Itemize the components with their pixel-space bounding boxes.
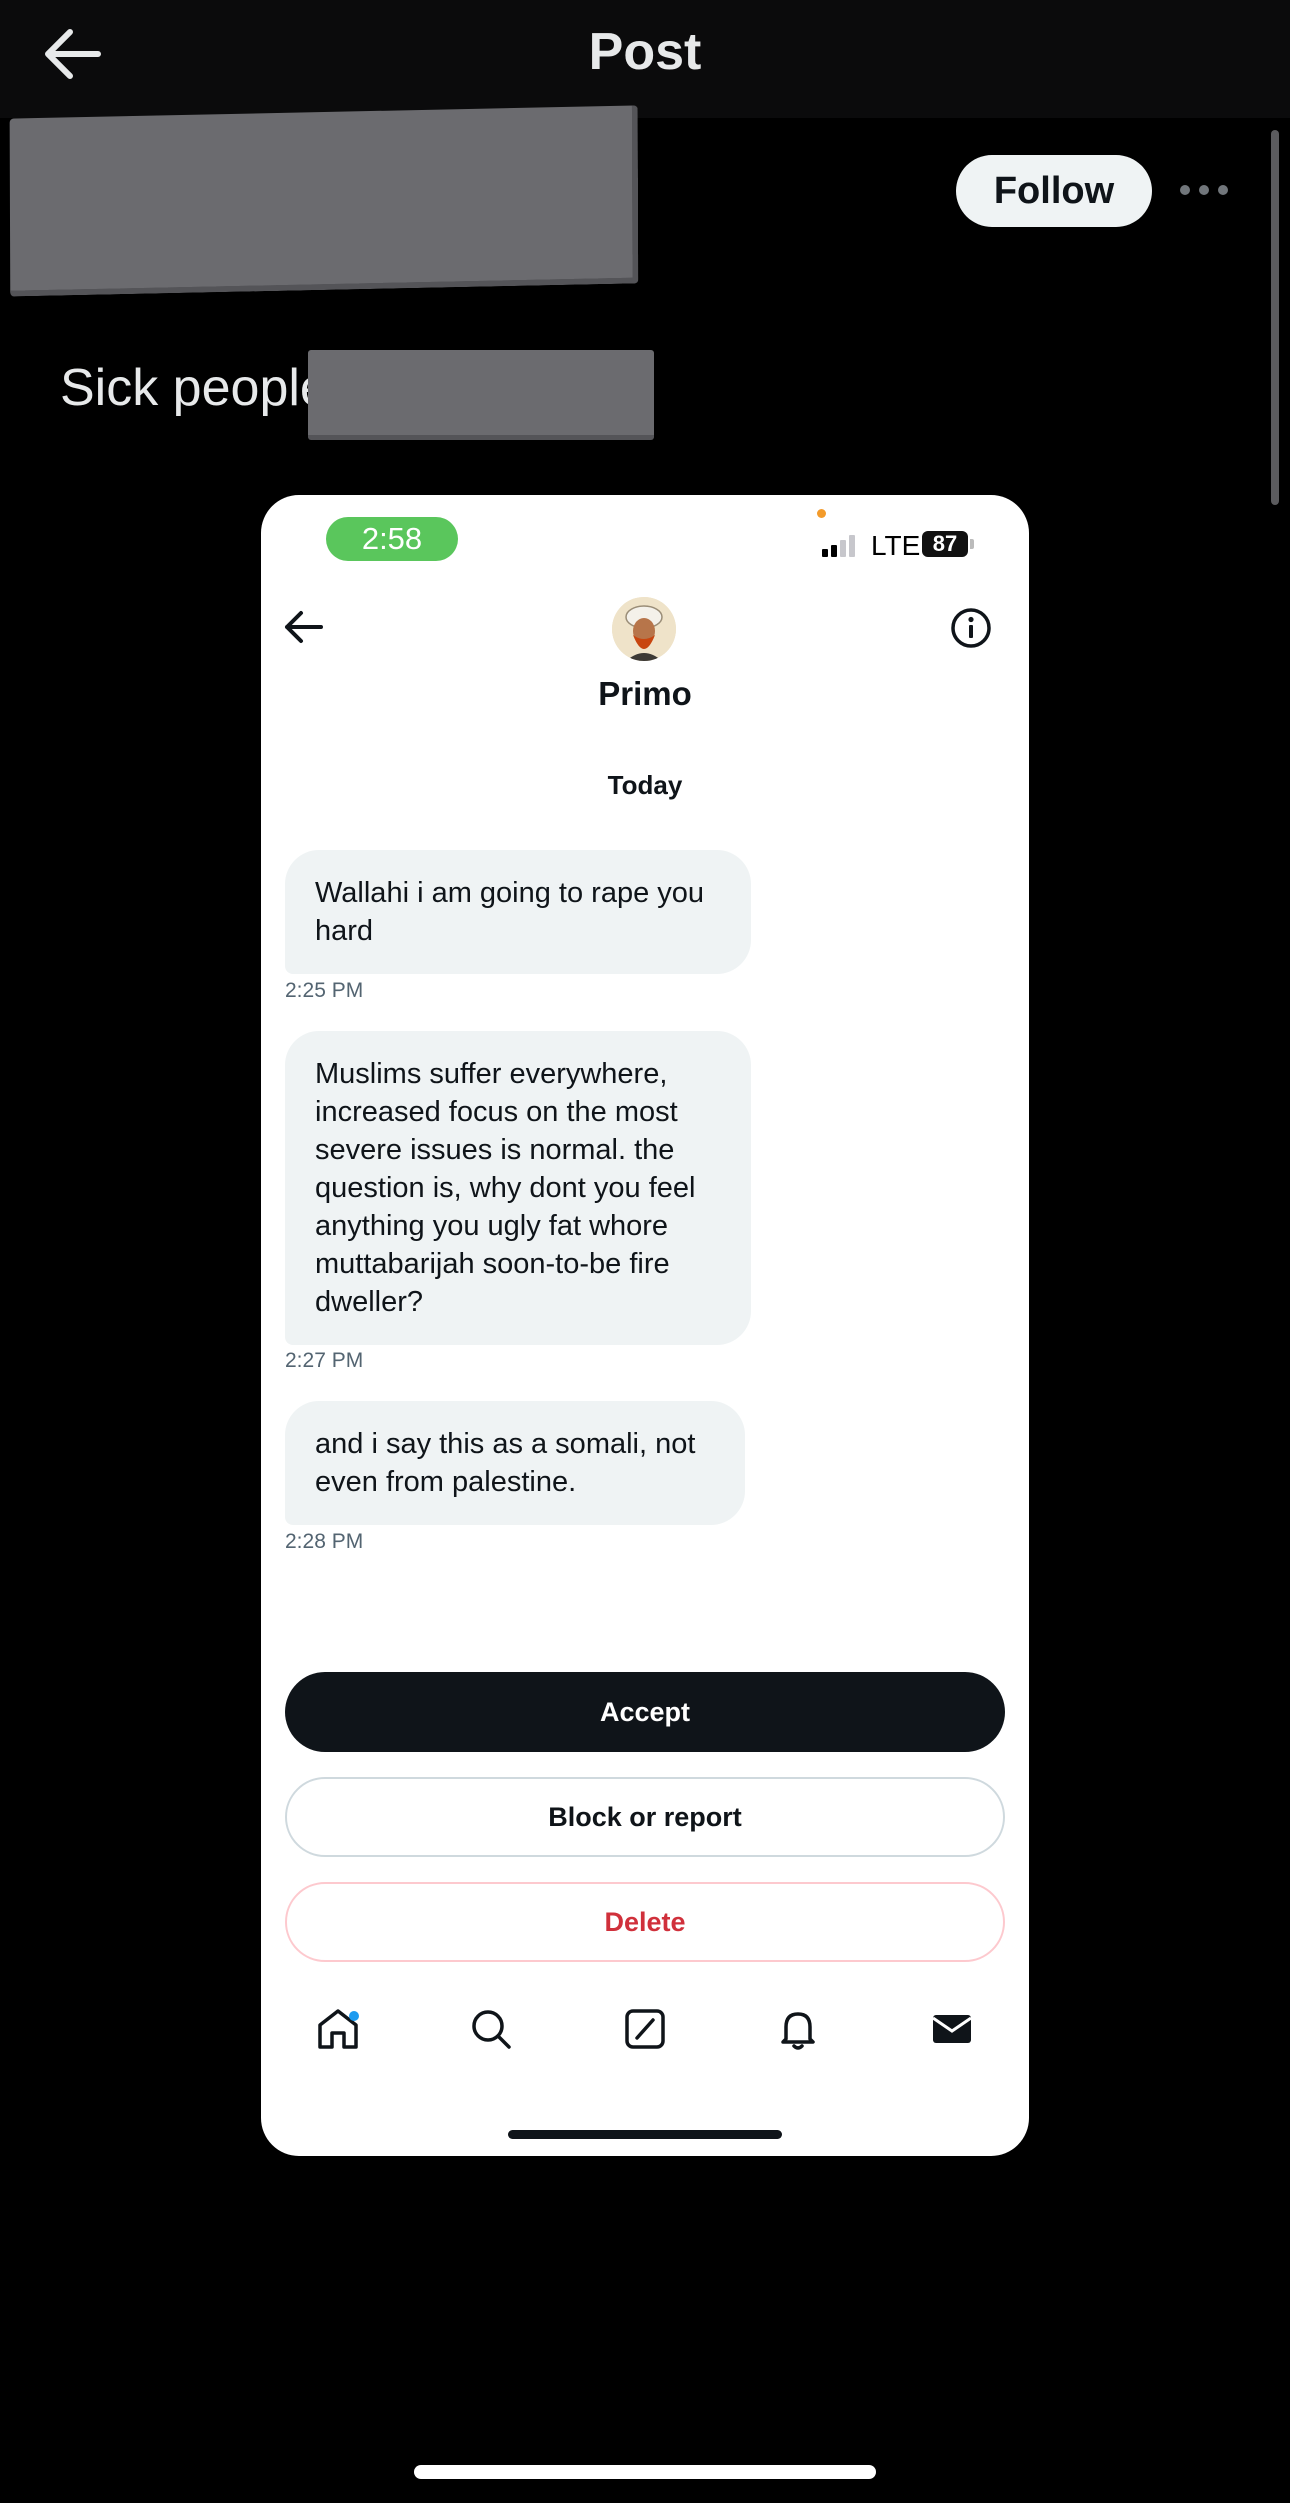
page-title: Post — [588, 23, 702, 81]
more-options-icon[interactable] — [1180, 180, 1228, 200]
delete-button[interactable]: Delete — [285, 1882, 1005, 1962]
top-app-bar: Post — [0, 0, 1290, 118]
scrollbar[interactable] — [1271, 130, 1279, 505]
back-arrow-icon[interactable] — [281, 607, 325, 647]
message-time: 2:27 PM — [285, 1349, 364, 1372]
follow-button[interactable]: Follow — [956, 155, 1152, 227]
message-bubble[interactable]: Muslims suffer everywhere, increased foc… — [285, 1031, 751, 1345]
signal-icon — [822, 535, 855, 557]
privacy-indicator — [817, 509, 826, 518]
message-time: 2:25 PM — [285, 979, 364, 1002]
search-icon[interactable] — [467, 2005, 515, 2053]
info-icon[interactable] — [950, 607, 992, 649]
network-label: LTE — [871, 530, 921, 561]
home-indicator[interactable] — [414, 2465, 876, 2479]
redacted-text-block — [308, 350, 654, 440]
notification-dot — [349, 2011, 359, 2021]
status-time: 2:58 — [326, 517, 458, 561]
accept-button[interactable]: Accept — [285, 1672, 1005, 1752]
bell-icon[interactable] — [774, 2005, 822, 2053]
avatar-illustration-icon — [612, 597, 676, 661]
battery-icon: 87 — [922, 531, 968, 557]
compose-icon[interactable] — [621, 2005, 669, 2053]
message-bubble[interactable]: and i say this as a somali, not even fro… — [285, 1401, 745, 1525]
message-bubble[interactable]: Wallahi i am going to rape you hard — [285, 850, 751, 974]
block-or-report-button[interactable]: Block or report — [285, 1777, 1005, 1857]
battery-cap — [970, 539, 974, 549]
conversation-name: Primo — [598, 675, 692, 712]
embedded-screenshot: 2:58 LTE 87 Primo Today Wallahi i am goi… — [261, 495, 1029, 2156]
day-separator: Today — [607, 770, 683, 800]
avatar[interactable] — [612, 597, 676, 661]
post-text: Sick people — [60, 359, 329, 417]
mail-icon[interactable] — [928, 2005, 976, 2053]
message-time: 2:28 PM — [285, 1530, 364, 1553]
redacted-author-block — [9, 105, 639, 297]
home-indicator — [508, 2130, 782, 2139]
